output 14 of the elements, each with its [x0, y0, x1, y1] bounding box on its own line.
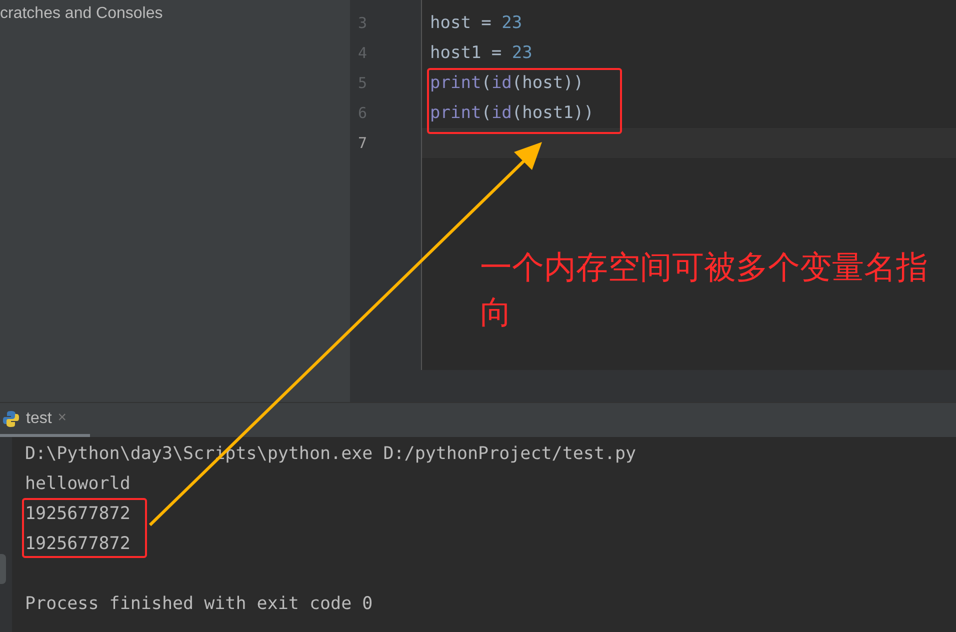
code-line: host = 23: [429, 12, 524, 35]
console-line: 1925677872: [25, 533, 132, 556]
code-line: print(id(host1)): [429, 102, 595, 125]
annotation-text: 一个内存空间可被多个变量名指向: [480, 248, 929, 332]
line-number: 7: [357, 133, 368, 154]
python-icon: [2, 410, 20, 428]
console-line: Process finished with exit code 0: [25, 593, 374, 616]
run-tab[interactable]: test ×: [0, 403, 90, 437]
code-line: print(id(host)): [429, 72, 585, 95]
code-line: host1 = 23: [429, 42, 534, 65]
console-line: 1925677872: [25, 503, 132, 526]
scrollbar[interactable]: [0, 554, 6, 584]
panel-title: cratches and Consoles: [0, 4, 164, 24]
console-line: helloworld: [25, 473, 132, 496]
